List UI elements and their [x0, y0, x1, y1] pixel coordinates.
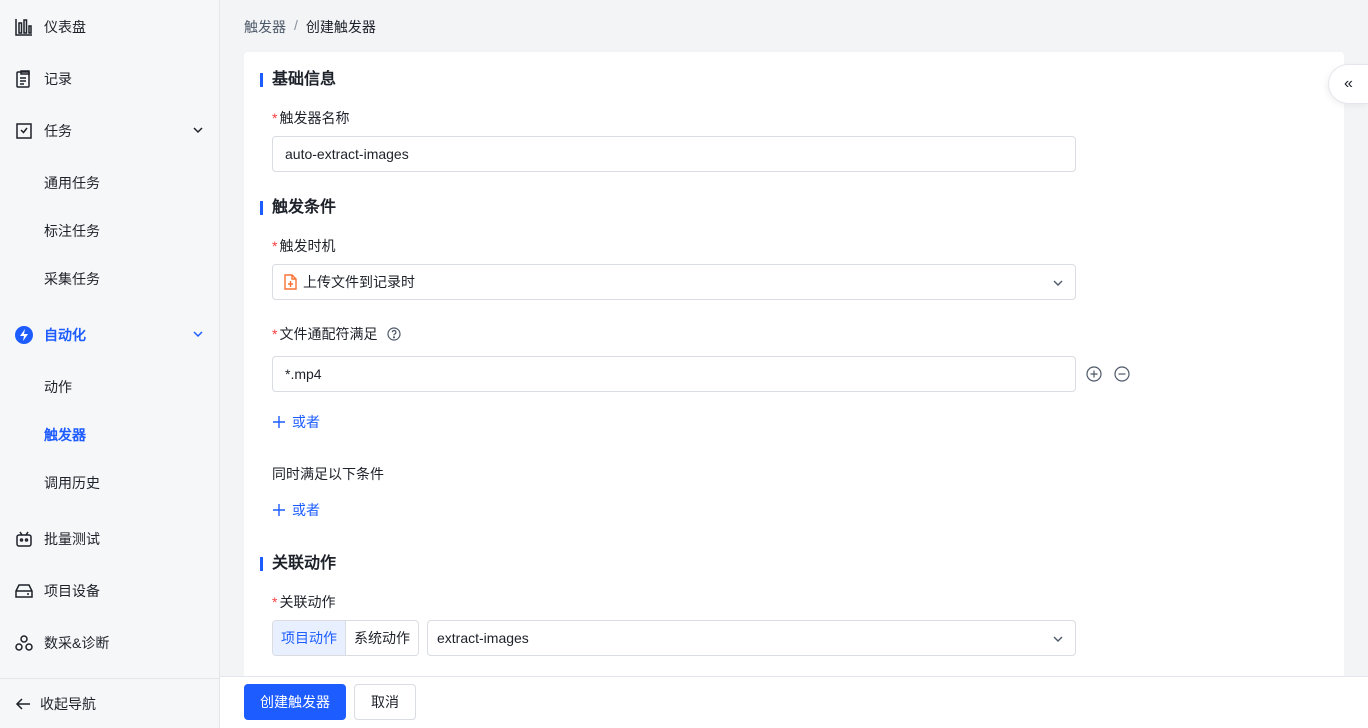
- nav-project-devices[interactable]: 项目设备: [0, 569, 219, 613]
- nav-dashboard-label: 仪表盘: [44, 19, 86, 35]
- timing-field-label-text: 触发时机: [279, 238, 336, 254]
- trigger-timing-select[interactable]: 上传文件到记录时: [272, 264, 1076, 300]
- wildcard-input[interactable]: *.mp4: [272, 356, 1076, 392]
- double-chevron-left-icon: «: [1344, 75, 1353, 92]
- remove-circle-icon[interactable]: [1114, 366, 1130, 382]
- breadcrumb-current: 创建触发器: [305, 19, 376, 35]
- arrow-left-icon: [14, 695, 32, 713]
- nav-dashboard[interactable]: 仪表盘: [0, 5, 219, 49]
- automation-icon: [14, 325, 34, 345]
- nav-call-history[interactable]: 调用历史: [0, 463, 219, 503]
- chevron-down-icon: [193, 127, 203, 134]
- also-conditions-label: 同时满足以下条件: [272, 466, 384, 482]
- help-icon[interactable]: [387, 327, 401, 341]
- breadcrumb: 触发器 / 创建触发器: [244, 17, 376, 37]
- add-also-condition-link[interactable]: 或者: [272, 500, 320, 520]
- add-or-condition-link[interactable]: 或者: [272, 412, 320, 432]
- trigger-name-value: auto-extract-images: [285, 146, 409, 162]
- nav-collect-tasks-label: 采集任务: [44, 271, 100, 287]
- robot-icon: [14, 529, 34, 549]
- nav-label-tasks[interactable]: 标注任务: [0, 211, 219, 251]
- nav-tasks-label: 任务: [44, 123, 72, 139]
- tab-project-action[interactable]: 项目动作: [273, 621, 346, 655]
- nav-diagnose-label: 数采&诊断: [44, 635, 110, 651]
- section-condition-title: 触发条件: [260, 198, 336, 218]
- action-select[interactable]: extract-images: [427, 620, 1076, 656]
- nav-tasks[interactable]: 任务: [0, 109, 219, 153]
- nav-records-label: 记录: [44, 71, 72, 87]
- breadcrumb-parent[interactable]: 触发器: [244, 17, 286, 37]
- sidebar: 仪表盘 记录 任务 通用任务 标注任务 采集任务 自动化 动作 触发器 调用历史…: [0, 0, 220, 728]
- chart-bars-icon: [14, 17, 34, 37]
- nav-actions[interactable]: 动作: [0, 367, 219, 407]
- task-icon: [14, 121, 34, 141]
- chevron-down-icon: [193, 331, 203, 338]
- nav-project-devices-label: 项目设备: [44, 583, 100, 599]
- breadcrumb-separator: /: [294, 17, 298, 33]
- nav-automation-label: 自动化: [44, 327, 86, 343]
- panel-toggle-button[interactable]: «: [1328, 64, 1368, 104]
- nav-triggers[interactable]: 触发器: [0, 415, 219, 455]
- add-or-condition-label: 或者: [292, 414, 320, 430]
- timing-field-label: * 触发时机: [272, 238, 336, 254]
- diagnose-icon: [14, 633, 34, 653]
- nav-records[interactable]: 记录: [0, 57, 219, 101]
- nav-label-tasks-label: 标注任务: [44, 223, 100, 239]
- section-action-title: 关联动作: [260, 554, 336, 574]
- wildcard-field-label-text: 文件通配符满足: [279, 326, 378, 342]
- nav-call-history-label: 调用历史: [44, 475, 100, 491]
- trigger-name-input[interactable]: auto-extract-images: [272, 136, 1076, 172]
- nav-diagnose[interactable]: 数采&诊断: [0, 621, 219, 665]
- nav-general-tasks-label: 通用任务: [44, 175, 100, 191]
- plus-icon: [273, 504, 285, 516]
- nav-collect-tasks[interactable]: 采集任务: [0, 259, 219, 299]
- chevron-down-icon: [1053, 280, 1063, 286]
- tab-system-action[interactable]: 系统动作: [346, 621, 418, 655]
- device-icon: [14, 581, 34, 601]
- action-select-value: extract-images: [437, 630, 529, 646]
- chevron-down-icon: [1053, 636, 1063, 642]
- action-field-label-text: 关联动作: [279, 594, 336, 610]
- add-circle-icon[interactable]: [1086, 366, 1102, 382]
- nav-batch-test-label: 批量测试: [44, 531, 100, 547]
- nav-automation[interactable]: 自动化: [0, 313, 219, 357]
- action-field-label: * 关联动作: [272, 594, 336, 610]
- plus-icon: [273, 416, 285, 428]
- nav-batch-test[interactable]: 批量测试: [0, 517, 219, 561]
- collapse-nav-button[interactable]: 收起导航: [0, 678, 219, 728]
- file-upload-icon: [283, 274, 297, 290]
- name-field-label-text: 触发器名称: [279, 110, 350, 126]
- cancel-button[interactable]: 取消: [354, 684, 416, 720]
- wildcard-value: *.mp4: [285, 366, 322, 382]
- nav-actions-label: 动作: [44, 379, 72, 395]
- name-field-label: * 触发器名称: [272, 110, 350, 126]
- nav-triggers-label: 触发器: [44, 427, 86, 443]
- nav-general-tasks[interactable]: 通用任务: [0, 163, 219, 203]
- action-type-segmented: 项目动作 系统动作: [272, 620, 419, 656]
- create-trigger-button[interactable]: 创建触发器: [244, 684, 346, 720]
- add-also-condition-label: 或者: [292, 502, 320, 518]
- wildcard-field-label: * 文件通配符满足: [272, 324, 401, 344]
- section-basic-title: 基础信息: [260, 70, 336, 90]
- collapse-nav-label: 收起导航: [40, 695, 96, 712]
- trigger-timing-value: 上传文件到记录时: [303, 274, 415, 290]
- clipboard-icon: [14, 69, 34, 89]
